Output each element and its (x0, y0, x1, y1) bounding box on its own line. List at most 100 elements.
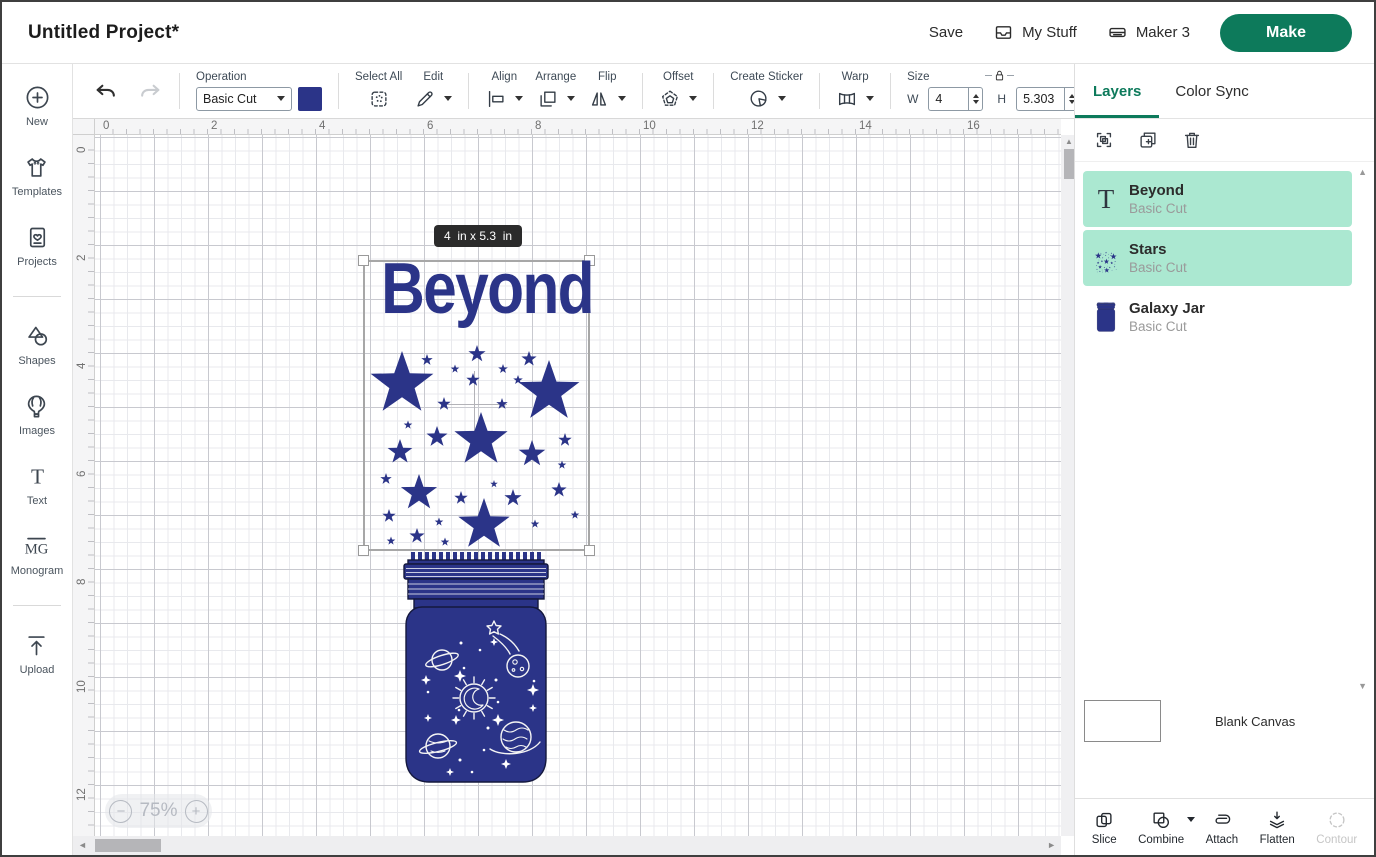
group-select-icon[interactable] (1093, 129, 1115, 151)
combine-icon (1150, 809, 1172, 831)
canvas-horizontal-scrollbar[interactable]: ◄ ► (73, 836, 1061, 855)
select-all-label: Select All (355, 71, 402, 83)
width-input[interactable] (928, 87, 968, 111)
combine-button[interactable]: Combine (1138, 809, 1184, 846)
align-button[interactable]: Align (479, 71, 529, 112)
tshirt-icon (23, 154, 50, 181)
toolbar-separator (819, 73, 820, 109)
scroll-up-arrow[interactable]: ▲ (1358, 167, 1367, 177)
redo-button[interactable] (138, 79, 163, 104)
monogram-icon: MG (23, 533, 50, 560)
ruler-number: 0 (76, 137, 88, 153)
save-label: Save (929, 24, 963, 41)
zoom-out-button[interactable]: − (109, 800, 132, 823)
color-swatch[interactable] (298, 87, 322, 111)
width-stepper[interactable] (968, 87, 983, 111)
sidebar-label: Text (27, 495, 47, 507)
scroll-up-arrow[interactable]: ▲ (1065, 137, 1073, 146)
ruler-number: 6 (76, 461, 88, 477)
my-stuff-button[interactable]: My Stuff (993, 22, 1077, 43)
sidebar-item-images[interactable]: Images (19, 393, 55, 437)
create-sticker-button[interactable]: Create Sticker (724, 71, 809, 112)
scroll-left-arrow[interactable]: ◄ (78, 840, 87, 850)
zoom-in-button[interactable]: + (185, 800, 208, 823)
operation-label: Operation (196, 71, 247, 83)
shapes-icon (24, 323, 51, 350)
layer-name: Galaxy Jar (1129, 300, 1205, 317)
slice-button[interactable]: Slice (1092, 809, 1117, 846)
sidebar-label: Upload (20, 664, 55, 676)
app-window: Untitled Project* Save My Stuff Maker 3 … (0, 0, 1376, 857)
left-sidebar: New Templates Projects Shapes Images T T… (2, 64, 73, 855)
select-all-button[interactable]: Select All (349, 71, 408, 112)
ruler-number: 2 (76, 245, 88, 261)
make-button[interactable]: Make (1220, 14, 1352, 52)
save-button[interactable]: Save (929, 24, 963, 41)
sidebar-item-new[interactable]: New (24, 84, 51, 128)
tab-color-sync[interactable]: Color Sync (1175, 64, 1248, 118)
size-tooltip: 4 in x 5.3 in (434, 225, 522, 247)
warp-icon (836, 88, 858, 110)
layer-item-stars[interactable]: Stars Basic Cut (1083, 230, 1352, 286)
ruler-number: 0 (100, 120, 109, 132)
scroll-right-arrow[interactable]: ► (1047, 840, 1056, 850)
attach-button[interactable]: Attach (1206, 809, 1239, 846)
layer-type: Basic Cut (1129, 201, 1187, 216)
attach-label: Attach (1206, 834, 1239, 846)
chevron-down-icon (618, 96, 626, 101)
sidebar-item-monogram[interactable]: MG Monogram (11, 533, 64, 577)
stars-artwork[interactable] (363, 260, 590, 551)
sidebar-item-templates[interactable]: Templates (12, 154, 62, 198)
flatten-button[interactable]: Flatten (1260, 809, 1295, 846)
operation-select[interactable]: Basic Cut (196, 87, 292, 111)
ruler-number: 8 (532, 120, 541, 132)
flip-button[interactable]: Flip (582, 71, 632, 112)
balloon-icon (23, 393, 50, 420)
tab-layers[interactable]: Layers (1093, 64, 1141, 118)
height-input[interactable] (1016, 87, 1064, 111)
ruler-number: 6 (424, 120, 433, 132)
ruler-number: 16 (964, 120, 980, 132)
pencil-icon (414, 88, 436, 110)
toolbar-separator (713, 73, 714, 109)
duplicate-icon[interactable] (1137, 129, 1159, 151)
edit-menu-button[interactable]: Edit (408, 71, 458, 112)
scroll-down-arrow[interactable]: ▼ (1358, 681, 1367, 691)
offset-button[interactable]: Offset (653, 71, 703, 112)
size-label: Size (907, 71, 929, 83)
combine-label: Combine (1138, 834, 1184, 846)
sidebar-label: New (26, 116, 48, 128)
plus-circle-icon (24, 84, 51, 111)
arrange-button[interactable]: Arrange (529, 71, 582, 112)
galaxy-jar-artwork[interactable] (398, 550, 554, 786)
ruler-number: 8 (76, 569, 88, 585)
contour-button[interactable]: Contour (1316, 809, 1357, 846)
layer-item-beyond[interactable]: T Beyond Basic Cut (1083, 171, 1352, 227)
sidebar-item-text[interactable]: T Text (24, 463, 51, 507)
machine-selector[interactable]: Maker 3 (1107, 22, 1190, 43)
sidebar-item-projects[interactable]: Projects (17, 224, 57, 268)
offset-label: Offset (663, 71, 693, 83)
blank-canvas-label: Blank Canvas (1215, 714, 1295, 729)
ruler-number: 12 (76, 785, 88, 801)
attach-icon (1211, 809, 1233, 831)
stars-layer-thumbnail (1083, 243, 1129, 273)
svg-text:T: T (30, 464, 43, 488)
warp-button[interactable]: Warp (830, 71, 880, 112)
design-canvas[interactable]: Beyond 4 in x 5.3 in − 75% + (95, 135, 1061, 836)
ruler-number: 4 (316, 120, 325, 132)
chevron-down-icon (567, 96, 575, 101)
ruler-number: 12 (748, 120, 764, 132)
aspect-lock[interactable] (985, 68, 1014, 83)
blank-canvas-swatch[interactable] (1084, 700, 1161, 742)
undo-button[interactable] (93, 79, 118, 104)
sidebar-divider (13, 605, 61, 606)
my-stuff-label: My Stuff (1022, 24, 1077, 41)
trash-icon[interactable] (1181, 129, 1203, 151)
horizontal-ruler: 0 2 4 6 8 10 12 14 16 (95, 119, 1061, 135)
layer-item-galaxy-jar[interactable]: Galaxy Jar Basic Cut (1083, 289, 1352, 345)
toolbar-separator (642, 73, 643, 109)
sidebar-item-shapes[interactable]: Shapes (18, 323, 55, 367)
scrollbar-thumb[interactable] (95, 839, 161, 852)
sidebar-item-upload[interactable]: Upload (20, 632, 55, 676)
